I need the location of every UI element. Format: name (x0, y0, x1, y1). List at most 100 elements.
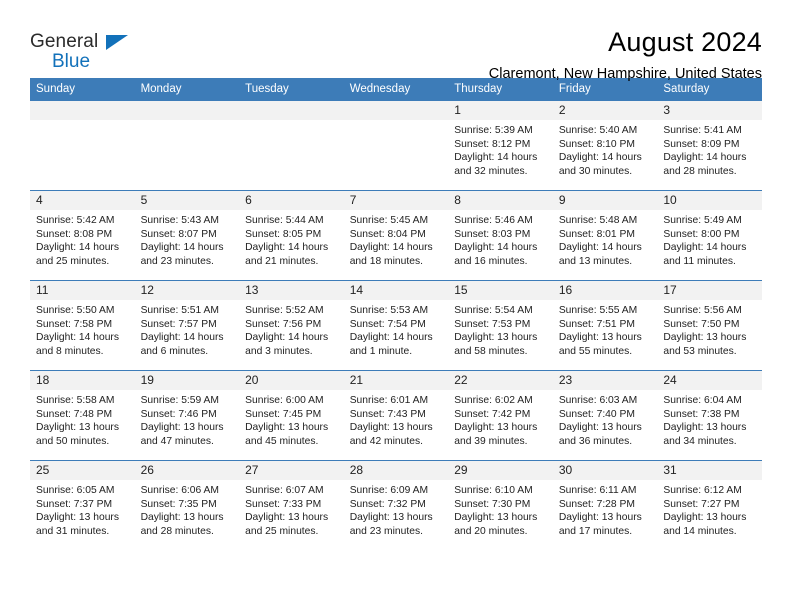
calendar-day-cell[interactable]: 31 Sunrise: 6:12 AM Sunset: 7:27 PM Dayligh… (657, 460, 762, 551)
calendar-day-cell[interactable]: 4 Sunrise: 5:42 AM Sunset: 8:08 PM Daylight… (30, 190, 135, 281)
sunrise-time: Sunrise: 6:06 AM (140, 485, 219, 496)
day-details: Sunrise: 6:00 AM Sunset: 7:45 PM Daylight:… (239, 390, 344, 448)
sunrise-time: Sunrise: 6:03 AM (558, 395, 638, 406)
day-details: Sunrise: 5:52 AM Sunset: 7:56 PM Daylight:… (239, 300, 344, 358)
day-number: 29 (448, 461, 553, 480)
day-number (239, 101, 344, 120)
calendar-day-cell[interactable]: 15 Sunrise: 5:54 AM Sunset: 7:53 PM Dayligh… (448, 280, 553, 371)
brand-logo[interactable]: General Blue (30, 26, 150, 72)
daylight-duration-line1: Daylight: 13 hours (36, 422, 119, 434)
calendar-day-cell[interactable]: 23 Sunrise: 6:03 AM Sunset: 7:40 PM Dayligh… (552, 370, 658, 461)
day-number: 6 (239, 191, 344, 210)
calendar-day-cell[interactable]: 24 Sunrise: 6:04 AM Sunset: 7:38 PM Dayligh… (657, 370, 762, 461)
day-details: Sunrise: 5:54 AM Sunset: 7:53 PM Daylight:… (448, 300, 553, 358)
sunset-time: Sunset: 7:32 PM (349, 498, 426, 510)
day-number: 30 (552, 461, 658, 480)
day-number: 1 (448, 101, 553, 120)
calendar-day-cell[interactable]: 25 Sunrise: 6:05 AM Sunset: 7:37 PM Dayligh… (30, 460, 135, 551)
calendar-day-cell[interactable]: 29 Sunrise: 6:10 AM Sunset: 7:30 PM Dayligh… (448, 460, 553, 551)
daylight-duration-line2: and 11 minutes. (663, 255, 736, 267)
daylight-duration-line2: and 53 minutes. (663, 345, 737, 357)
calendar-day-cell[interactable]: 26 Sunrise: 6:06 AM Sunset: 7:35 PM Dayligh… (134, 460, 240, 551)
daylight-duration-line2: and 20 minutes. (454, 525, 528, 537)
calendar-day-cell[interactable]: 22 Sunrise: 6:02 AM Sunset: 7:42 PM Dayligh… (448, 370, 553, 461)
daylight-duration-line1: Daylight: 13 hours (454, 422, 538, 434)
calendar-day-cell[interactable]: 14 Sunrise: 5:53 AM Sunset: 7:54 PM Dayligh… (343, 280, 449, 371)
calendar-week-row: 25 Sunrise: 6:05 AM Sunset: 7:37 PM Dayligh… (30, 460, 762, 551)
calendar-day-cell[interactable]: 3 Sunrise: 5:41 AM Sunset: 8:09 PM Daylight… (657, 100, 762, 191)
calendar-day-cell[interactable]: 13 Sunrise: 5:52 AM Sunset: 7:56 PM Dayligh… (239, 280, 344, 371)
day-details: Sunrise: 5:51 AM Sunset: 7:57 PM Daylight:… (135, 300, 240, 358)
calendar-day-cell[interactable]: 5 Sunrise: 5:43 AM Sunset: 8:07 PM Daylight… (134, 190, 240, 281)
daylight-duration-line1: Daylight: 14 hours (558, 152, 642, 164)
weekday-header-tuesday: Tuesday (239, 78, 344, 101)
sunrise-time: Sunrise: 5:51 AM (140, 305, 219, 316)
sunset-time: Sunset: 7:45 PM (245, 408, 322, 420)
daylight-duration-line2: and 47 minutes. (140, 435, 214, 447)
sunrise-time: Sunrise: 5:50 AM (36, 305, 115, 316)
daylight-duration-line1: Daylight: 14 hours (245, 242, 329, 254)
sunset-time: Sunset: 8:03 PM (454, 228, 531, 240)
daylight-duration-line2: and 14 minutes. (663, 525, 737, 537)
day-details: Sunrise: 6:04 AM Sunset: 7:38 PM Daylight:… (657, 390, 762, 448)
day-number: 16 (552, 281, 658, 300)
page-header: General Blue August 2024 Claremont, New … (30, 0, 762, 82)
sunrise-time: Sunrise: 6:11 AM (558, 485, 637, 496)
calendar-day-cell[interactable]: 28 Sunrise: 6:09 AM Sunset: 7:32 PM Dayligh… (343, 460, 449, 551)
calendar-day-cell[interactable]: 27 Sunrise: 6:07 AM Sunset: 7:33 PM Dayligh… (239, 460, 344, 551)
sunset-time: Sunset: 7:28 PM (558, 498, 635, 510)
daylight-duration-line1: Daylight: 14 hours (558, 242, 642, 254)
sunrise-time: Sunrise: 6:12 AM (663, 485, 742, 496)
calendar-day-cell[interactable]: 11 Sunrise: 5:50 AM Sunset: 7:58 PM Dayligh… (30, 280, 135, 371)
sunset-time: Sunset: 7:46 PM (140, 408, 217, 420)
daylight-duration-line1: Daylight: 13 hours (558, 332, 642, 344)
sunrise-time: Sunrise: 5:58 AM (36, 395, 115, 406)
day-number: 4 (30, 191, 135, 210)
calendar-day-cell[interactable]: 6 Sunrise: 5:44 AM Sunset: 8:05 PM Daylight… (239, 190, 344, 281)
calendar-day-cell[interactable]: 17 Sunrise: 5:56 AM Sunset: 7:50 PM Dayligh… (657, 280, 762, 371)
daylight-duration-line2: and 42 minutes. (349, 435, 423, 447)
day-number: 31 (657, 461, 762, 480)
daylight-duration-line2: and 6 minutes. (140, 345, 209, 357)
calendar-day-cell[interactable]: 21 Sunrise: 6:01 AM Sunset: 7:43 PM Dayligh… (343, 370, 449, 461)
daylight-duration-line2: and 1 minute. (349, 345, 413, 357)
calendar-day-cell[interactable]: 1 Sunrise: 5:39 AM Sunset: 8:12 PM Daylight… (448, 100, 553, 191)
calendar-week-row: 11 Sunrise: 5:50 AM Sunset: 7:58 PM Dayligh… (30, 280, 762, 371)
day-details: Sunrise: 5:49 AM Sunset: 8:00 PM Daylight:… (657, 210, 762, 268)
daylight-duration-line1: Daylight: 14 hours (454, 152, 538, 164)
day-details: Sunrise: 5:48 AM Sunset: 8:01 PM Daylight:… (553, 210, 658, 268)
sunset-time: Sunset: 7:53 PM (454, 318, 531, 330)
day-number: 12 (134, 281, 240, 300)
sunset-time: Sunset: 8:04 PM (349, 228, 426, 240)
calendar-day-cell[interactable]: 8 Sunrise: 5:46 AM Sunset: 8:03 PM Daylight… (448, 190, 553, 281)
calendar-day-cell[interactable]: 2 Sunrise: 5:40 AM Sunset: 8:10 PM Daylight… (552, 100, 658, 191)
calendar-day-cell[interactable]: 20 Sunrise: 6:00 AM Sunset: 7:45 PM Dayligh… (239, 370, 344, 461)
calendar-day-cell[interactable]: 12 Sunrise: 5:51 AM Sunset: 7:57 PM Dayligh… (134, 280, 240, 371)
sunset-time: Sunset: 7:48 PM (36, 408, 113, 420)
daylight-duration-line2: and 36 minutes. (558, 435, 633, 447)
day-details: Sunrise: 5:59 AM Sunset: 7:46 PM Daylight:… (135, 390, 240, 448)
daylight-duration-line2: and 28 minutes. (140, 525, 214, 537)
day-details: Sunrise: 6:11 AM Sunset: 7:28 PM Daylight:… (553, 480, 658, 538)
daylight-duration-line1: Daylight: 14 hours (140, 242, 224, 254)
calendar-day-cell[interactable]: 18 Sunrise: 5:58 AM Sunset: 7:48 PM Dayligh… (30, 370, 135, 461)
daylight-duration-line1: Daylight: 13 hours (663, 422, 747, 434)
brand-name-general: General (30, 31, 99, 52)
weekday-header-wednesday: Wednesday (343, 78, 449, 101)
daylight-duration-line2: and 34 minutes. (663, 435, 737, 447)
calendar-day-cell[interactable]: 16 Sunrise: 5:55 AM Sunset: 7:51 PM Dayligh… (552, 280, 658, 371)
daylight-duration-line1: Daylight: 14 hours (36, 242, 119, 254)
page-title: August 2024 (608, 27, 762, 57)
calendar-day-cell[interactable]: 30 Sunrise: 6:11 AM Sunset: 7:28 PM Dayligh… (552, 460, 658, 551)
calendar-day-cell[interactable]: 10 Sunrise: 5:49 AM Sunset: 8:00 PM Dayligh… (657, 190, 762, 281)
calendar-week-row: 18 Sunrise: 5:58 AM Sunset: 7:48 PM Dayligh… (30, 370, 762, 461)
calendar-day-cell[interactable]: 19 Sunrise: 5:59 AM Sunset: 7:46 PM Dayligh… (134, 370, 240, 461)
day-number: 23 (552, 371, 658, 390)
daylight-duration-line2: and 55 minutes. (558, 345, 633, 357)
daylight-duration-line1: Daylight: 13 hours (558, 512, 642, 524)
daylight-duration-line2: and 58 minutes. (454, 345, 528, 357)
calendar-day-cell[interactable]: 7 Sunrise: 5:45 AM Sunset: 8:04 PM Daylight… (343, 190, 449, 281)
daylight-duration-line2: and 17 minutes. (558, 525, 633, 537)
daylight-duration-line1: Daylight: 14 hours (349, 242, 433, 254)
calendar-day-cell[interactable]: 9 Sunrise: 5:48 AM Sunset: 8:01 PM Daylight… (552, 190, 658, 281)
